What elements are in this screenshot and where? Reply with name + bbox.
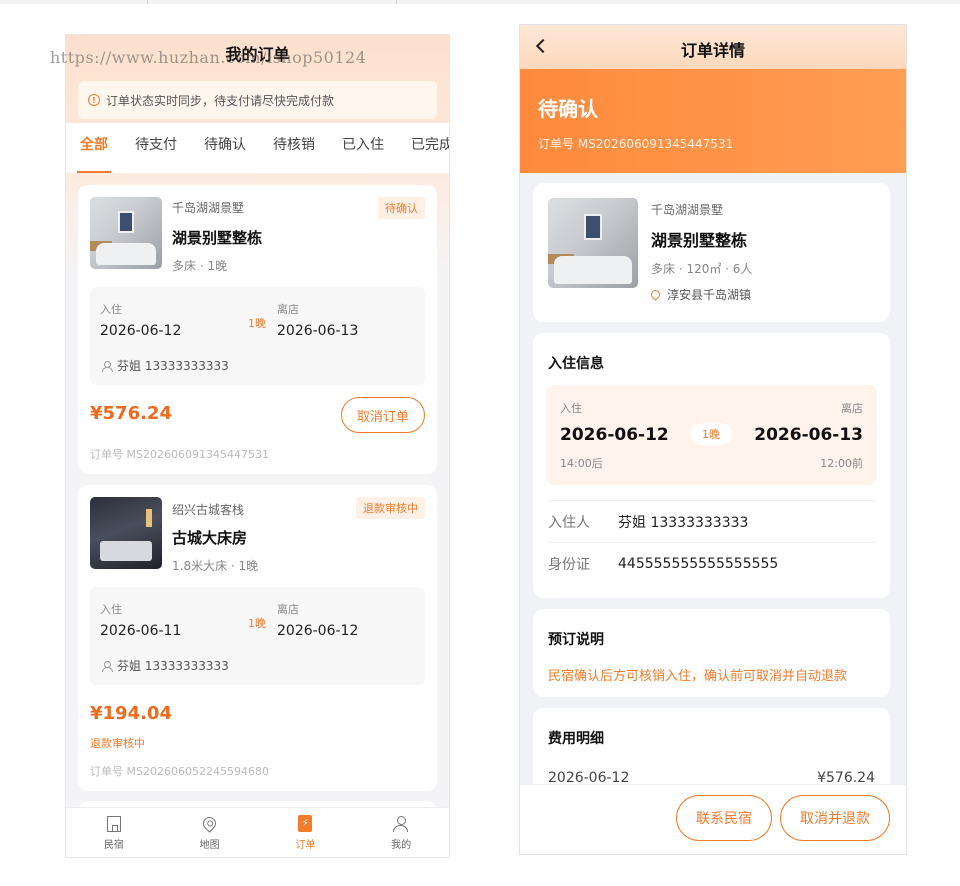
order-card[interactable]: 千岛湖湖景墅 湖景别墅整栋 多床 · 1晚 待确认 入住 2026-06-12 …	[78, 185, 437, 474]
browser-top-strip	[0, 0, 960, 4]
nights: 1晚	[248, 317, 266, 330]
info-icon: !	[88, 94, 100, 106]
detail-header: 订单详情	[520, 25, 906, 69]
guest-row: 入住人 芬姐 13333333333	[548, 500, 875, 542]
order-list-screen: 我的 订单 ! 订单状态实时同步，待支付请尽快完成付款 全部 待支付 待确认 待核…	[65, 34, 450, 858]
checkout-label: 离店	[277, 603, 299, 616]
section-title: 预订说明	[548, 632, 604, 648]
section-title: 入住信息	[548, 356, 604, 372]
guest-text: 芬姐 13333333333	[117, 659, 229, 673]
action-footer: 联系民宿 取消并退款	[520, 784, 906, 854]
checkout-label: 离店	[277, 303, 299, 316]
id-label: 身份证	[548, 556, 590, 573]
room-photo	[90, 197, 162, 269]
user-icon	[393, 815, 409, 832]
status-tabs: 全部 待支付 待确认 待核销 已入住 已完成	[66, 123, 449, 173]
watermark: https://www.huzhan.com/ishop50124	[50, 48, 367, 67]
checkin-label: 入住	[100, 603, 122, 616]
tab-all[interactable]: 全部	[77, 123, 111, 173]
nights-pill: 1晚	[690, 423, 732, 445]
room-spec: 多床 · 120㎡ · 6人	[651, 262, 753, 276]
contact-homestay-button[interactable]: 联系民宿	[676, 795, 772, 841]
hotel-name: 千岛湖湖景墅	[651, 203, 724, 217]
checkin-date: 2026-06-11	[100, 623, 182, 639]
tab-checked-in[interactable]: 已入住	[342, 123, 384, 173]
order-number: 订单号 MS202606091345447531	[538, 137, 734, 151]
homestay-icon	[106, 815, 121, 832]
cancel-order-button[interactable]: 取消订单	[341, 397, 425, 433]
room-name: 古城大床房	[172, 529, 248, 547]
checkin-label: 入住	[100, 303, 122, 316]
hotel-name: 绍兴古城客栈	[172, 503, 245, 517]
guest-value: 芬姐 13333333333	[618, 514, 749, 531]
stay-dates: 入住 2026-06-12 1晚 离店 2026-06-13 芬姐 133333…	[90, 287, 425, 385]
nav-label: 民宿	[103, 839, 124, 851]
order-status: 待确认	[538, 97, 598, 121]
guest-text: 芬姐 13333333333	[117, 359, 229, 373]
checkout-date: 2026-06-12	[277, 623, 359, 639]
map-pin-icon	[200, 814, 219, 833]
stay-info-card: 入住信息 入住 离店 2026-06-12 1晚 2026-06-13 14:0…	[533, 333, 890, 598]
checkout-date: 2026-06-13	[754, 425, 863, 445]
stay-dates: 入住 2026-06-11 1晚 离店 2026-06-12 芬姐 133333…	[90, 587, 425, 685]
checkin-time: 14:00后	[560, 457, 603, 470]
status-banner: 待确认 订单号 MS202606091345447531	[520, 69, 906, 173]
section-title: 费用明细	[548, 731, 604, 747]
tab-pending-payment[interactable]: 待支付	[135, 123, 177, 173]
guest-info: 芬姐 13333333333	[102, 657, 229, 674]
room-photo	[90, 497, 162, 569]
nav-map[interactable]: 地图	[162, 808, 258, 857]
page-title: 订单详情	[680, 41, 745, 60]
notice-text: 订单状态实时同步，待支付请尽快完成付款	[106, 93, 335, 108]
nights: 1晚	[248, 617, 266, 630]
tab-pending-confirm[interactable]: 待确认	[204, 123, 246, 173]
booking-note-card: 预订说明 民宿确认后方可核销入住，确认前可取消并自动退款	[533, 609, 890, 697]
room-spec: 1.8米大床 · 1晚	[172, 559, 259, 573]
nav-orders[interactable]: ⚡ 订单	[258, 808, 354, 857]
order-price: ¥576.24	[90, 403, 172, 424]
order-number: 订单号 MS202606091345447531	[90, 448, 269, 461]
location-pin-icon	[649, 288, 662, 301]
tab-completed[interactable]: 已完成	[411, 123, 449, 173]
guest-label: 入住人	[548, 514, 590, 531]
checkin-date: 2026-06-12	[100, 323, 182, 339]
date-box: 入住 离店 2026-06-12 1晚 2026-06-13 14:00后 12…	[546, 385, 877, 485]
order-card[interactable]: 绍兴古城客栈 古城大床房 1.8米大床 · 1晚 退款审核中 入住 2026-0…	[78, 485, 437, 791]
guest-info: 芬姐 13333333333	[102, 357, 229, 374]
checkout-time: 12:00前	[820, 457, 863, 470]
hotel-name: 千岛湖湖景墅	[172, 201, 245, 215]
notice-bar: ! 订单状态实时同步，待支付请尽快完成付款	[78, 81, 437, 119]
nav-label: 我的	[391, 839, 412, 851]
address: 淳安县千岛湖镇	[667, 288, 752, 302]
checkin-label: 入住	[560, 402, 582, 415]
room-spec: 多床 · 1晚	[172, 259, 228, 273]
nav-homestay[interactable]: 民宿	[66, 808, 162, 857]
order-icon: ⚡	[298, 815, 313, 832]
nav-label: 订单	[295, 839, 316, 851]
order-detail-screen: 订单详情 待确认 订单号 MS202606091345447531 千岛湖湖景墅…	[519, 24, 907, 855]
order-price: ¥194.04	[90, 703, 172, 724]
bottom-nav: 民宿 地图 ⚡ 订单 我的	[66, 807, 449, 857]
room-name: 湖景别墅整栋	[651, 231, 748, 250]
refund-status-note: 退款审核中	[90, 737, 145, 750]
property-card[interactable]: 千岛湖湖景墅 湖景别墅整栋 多床 · 120㎡ · 6人 淳安县千岛湖镇	[533, 183, 890, 322]
nav-label: 地图	[199, 839, 220, 851]
tab-pending-verify[interactable]: 待核销	[273, 123, 315, 173]
order-number: 订单号 MS202606052245594680	[90, 765, 269, 778]
checkin-date: 2026-06-12	[560, 425, 669, 445]
booking-note-text: 民宿确认后方可核销入住，确认前可取消并自动退款	[548, 669, 848, 684]
room-photo	[548, 198, 638, 288]
id-row: 身份证 445555555555555555	[548, 542, 875, 584]
nav-me[interactable]: 我的	[353, 808, 449, 857]
cancel-refund-button[interactable]: 取消并退款	[780, 795, 890, 841]
address-row: 淳安县千岛湖镇	[649, 286, 752, 303]
person-icon	[102, 660, 113, 672]
room-name: 湖景别墅整栋	[172, 229, 263, 247]
status-badge: 待确认	[378, 197, 425, 219]
id-value: 445555555555555555	[618, 555, 779, 572]
checkout-date: 2026-06-13	[277, 323, 359, 339]
person-icon	[102, 360, 113, 372]
status-badge: 退款审核中	[356, 497, 425, 519]
checkout-label: 离店	[841, 402, 863, 415]
